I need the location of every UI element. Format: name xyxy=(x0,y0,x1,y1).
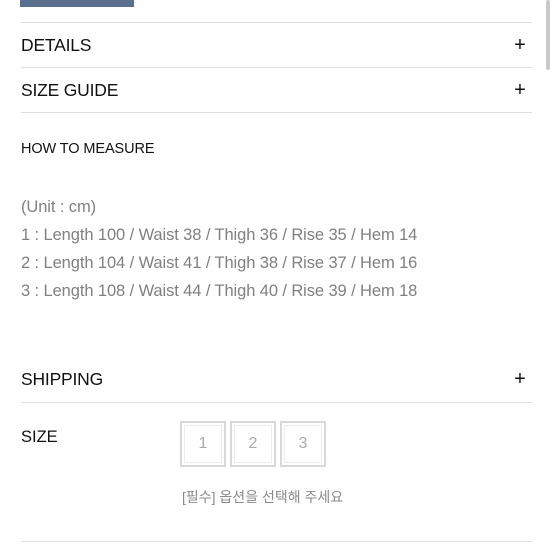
expand-plus-icon[interactable]: + xyxy=(512,79,528,102)
accordion-shipping[interactable]: SHIPPING + xyxy=(21,357,532,401)
size-option-1[interactable]: 1 xyxy=(180,421,226,467)
expand-plus-icon[interactable]: + xyxy=(512,34,528,57)
accordion-details-title: DETAILS xyxy=(21,34,92,55)
product-detail-page: DETAILS + SIZE GUIDE + HOW TO MEASURE (U… xyxy=(0,0,554,554)
product-image-thumbnail[interactable] xyxy=(20,0,134,7)
divider xyxy=(21,402,532,403)
divider xyxy=(21,112,532,113)
size-label: SIZE xyxy=(21,428,58,446)
size-option-2[interactable]: 2 xyxy=(230,421,276,467)
accordion-shipping-title: SHIPPING xyxy=(21,368,104,389)
size-guide-row: 3 : Length 108 / Waist 44 / Thigh 40 / R… xyxy=(21,282,418,300)
size-guide-row: 2 : Length 104 / Waist 41 / Thigh 38 / R… xyxy=(21,254,418,272)
divider xyxy=(21,541,532,542)
expand-plus-icon[interactable]: + xyxy=(512,368,528,391)
scrollbar[interactable] xyxy=(546,0,550,70)
accordion-size-guide-title: SIZE GUIDE xyxy=(21,79,119,100)
accordion-details[interactable]: DETAILS + xyxy=(21,23,532,67)
required-option-message: [필수] 옵션을 선택해 주세요 xyxy=(182,489,344,505)
how-to-measure-heading: HOW TO MEASURE xyxy=(21,141,155,157)
accordion-size-guide[interactable]: SIZE GUIDE + xyxy=(21,68,532,112)
size-option-group: 1 2 3 xyxy=(180,421,326,467)
size-guide-row: 1 : Length 100 / Waist 38 / Thigh 36 / R… xyxy=(21,226,418,244)
size-guide-unit: (Unit : cm) xyxy=(21,198,96,216)
size-option-3[interactable]: 3 xyxy=(280,421,326,467)
